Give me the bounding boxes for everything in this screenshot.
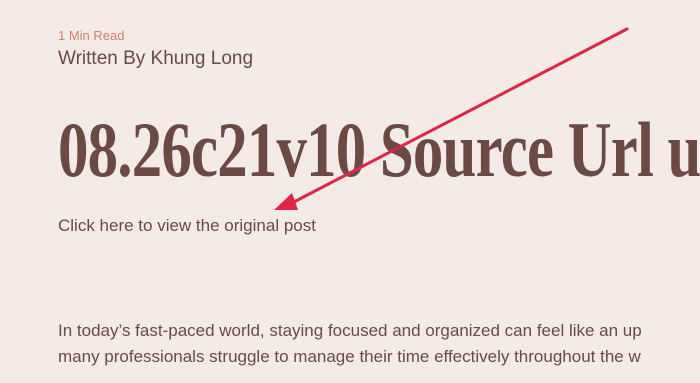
body-line-2: many professionals struggle to manage th… xyxy=(58,347,641,366)
author-byline: Written By Khung Long xyxy=(58,48,254,69)
view-original-post-link[interactable]: Click here to view the original post xyxy=(58,216,316,236)
article-body: In today’s fast-paced world, staying foc… xyxy=(58,318,700,370)
read-time-label: 1 Min Read xyxy=(58,28,125,43)
article-page: 1 Min Read Written By Khung Long 08.26c2… xyxy=(0,0,700,383)
article-title: 08.26c21v10 Source Url u xyxy=(58,106,700,193)
body-line-1: In today’s fast-paced world, staying foc… xyxy=(58,321,642,340)
